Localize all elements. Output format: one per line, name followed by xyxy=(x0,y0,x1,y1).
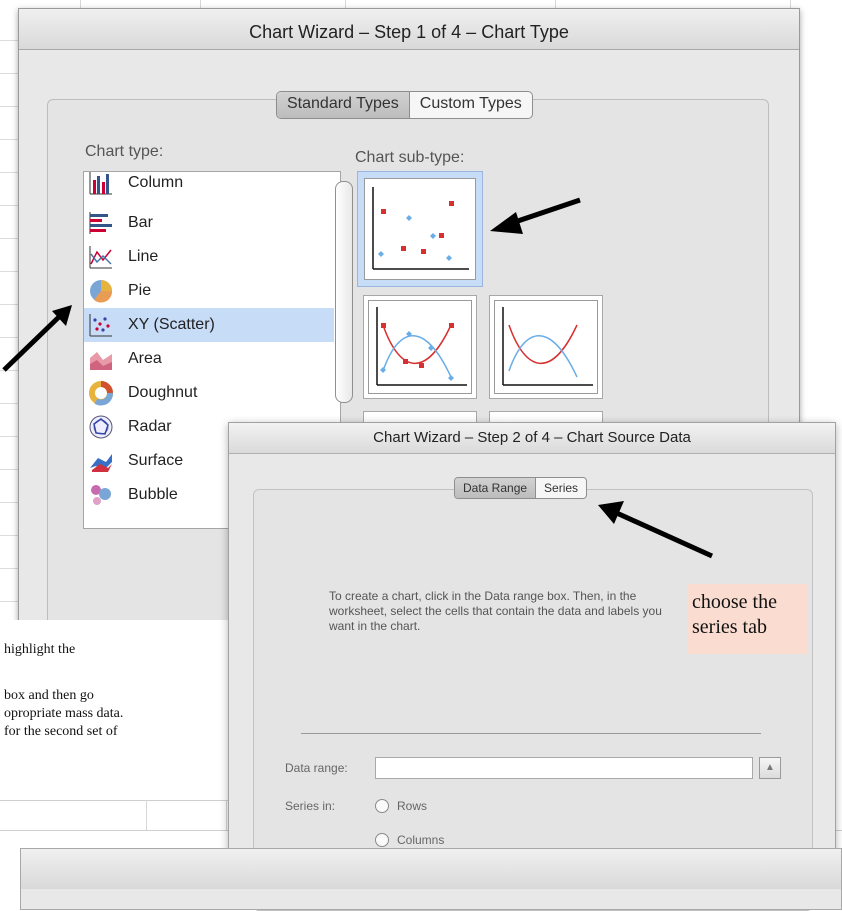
arrow-to-subtype xyxy=(490,197,581,234)
annotation-arrows xyxy=(2,197,714,559)
dialog-titlebar xyxy=(21,849,841,889)
arrow-to-scatter xyxy=(2,305,72,372)
chart-wizard-next-dialog xyxy=(20,848,842,910)
arrow-to-series-tab xyxy=(598,501,714,559)
